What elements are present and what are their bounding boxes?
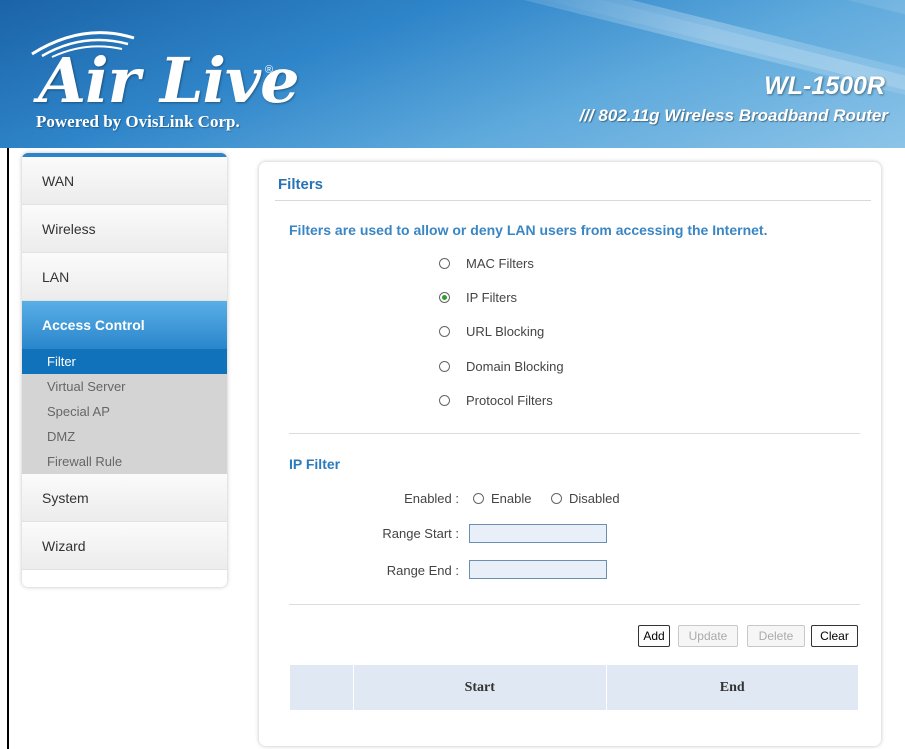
sidebar-subitem-filter[interactable]: Filter [22,349,227,374]
delete-button[interactable]: Delete [747,625,805,647]
model-name: WL-1500R [764,72,885,100]
filter-option-label: URL Blocking [466,324,545,339]
registered-mark: ® [265,64,274,76]
filter-option-label: MAC Filters [466,256,534,271]
enabled-label: Enabled : [404,491,459,506]
sidebar-nav: WAN Wireless LAN Access Control Filter V… [22,153,227,587]
sidebar-item-system[interactable]: System [22,474,227,522]
filter-option-protocol[interactable]: Protocol Filters [439,393,553,408]
page-description: Filters are used to allow or deny LAN us… [289,222,768,238]
radio-button[interactable] [439,395,450,406]
filter-option-ip[interactable]: IP Filters [439,290,517,305]
sidebar-subitem-virtual-server[interactable]: Virtual Server [22,374,227,399]
radio-button[interactable] [439,326,450,337]
range-start-input[interactable] [469,524,607,543]
radio-button[interactable] [439,361,450,372]
page-title: Filters [278,176,324,193]
filter-option-label: Protocol Filters [466,393,553,408]
range-start-label: Range Start : [382,526,459,541]
table-header-start: Start [354,665,607,710]
filters-panel: Filters Filters are used to allow or den… [259,162,881,746]
radio-button[interactable] [551,493,562,504]
update-button[interactable]: Update [678,625,738,647]
filter-option-url[interactable]: URL Blocking [439,324,544,339]
divider [289,433,860,434]
radio-button[interactable] [473,493,484,504]
enable-radio-option[interactable]: Enable [473,491,531,506]
filter-option-label: IP Filters [466,290,518,305]
brand-logo: Air Live [38,44,300,117]
divider [289,604,860,605]
radio-button-selected[interactable] [439,292,450,303]
filter-option-label: Domain Blocking [466,359,564,374]
header-banner: Air Live ® Powered by OvisLink Corp. WL-… [0,0,905,148]
sidebar-subitem-special-ap[interactable]: Special AP [22,399,227,424]
range-end-label: Range End : [386,563,459,578]
filter-option-mac[interactable]: MAC Filters [439,256,534,271]
sidebar-item-wireless[interactable]: Wireless [22,205,227,253]
filter-option-domain[interactable]: Domain Blocking [439,359,564,374]
add-button[interactable]: Add [638,625,670,647]
model-description: /// 802.11g Wireless Broadband Router [579,106,888,125]
enable-label: Enable [491,491,532,506]
page-border-line [7,148,9,749]
clear-button[interactable]: Clear [811,625,858,647]
disabled-radio-option[interactable]: Disabled [551,491,620,506]
sidebar-subitem-firewall-rule[interactable]: Firewall Rule [22,449,227,474]
sidebar-item-lan[interactable]: LAN [22,253,227,301]
section-title-ip-filter: IP Filter [289,456,341,472]
table-header-cell [290,665,354,710]
sidebar-item-wan[interactable]: WAN [22,157,227,205]
sidebar-subitem-dmz[interactable]: DMZ [22,424,227,449]
range-end-input[interactable] [469,560,607,579]
disabled-label: Disabled [569,491,620,506]
sidebar-item-wizard[interactable]: Wizard [22,522,227,570]
brand-tagline: Powered by OvisLink Corp. [36,112,240,131]
radio-button[interactable] [439,258,450,269]
divider [275,200,871,201]
ip-filter-table-header: Start End [290,665,858,710]
table-header-end: End [719,679,745,695]
sidebar-item-access-control[interactable]: Access Control [22,301,227,349]
